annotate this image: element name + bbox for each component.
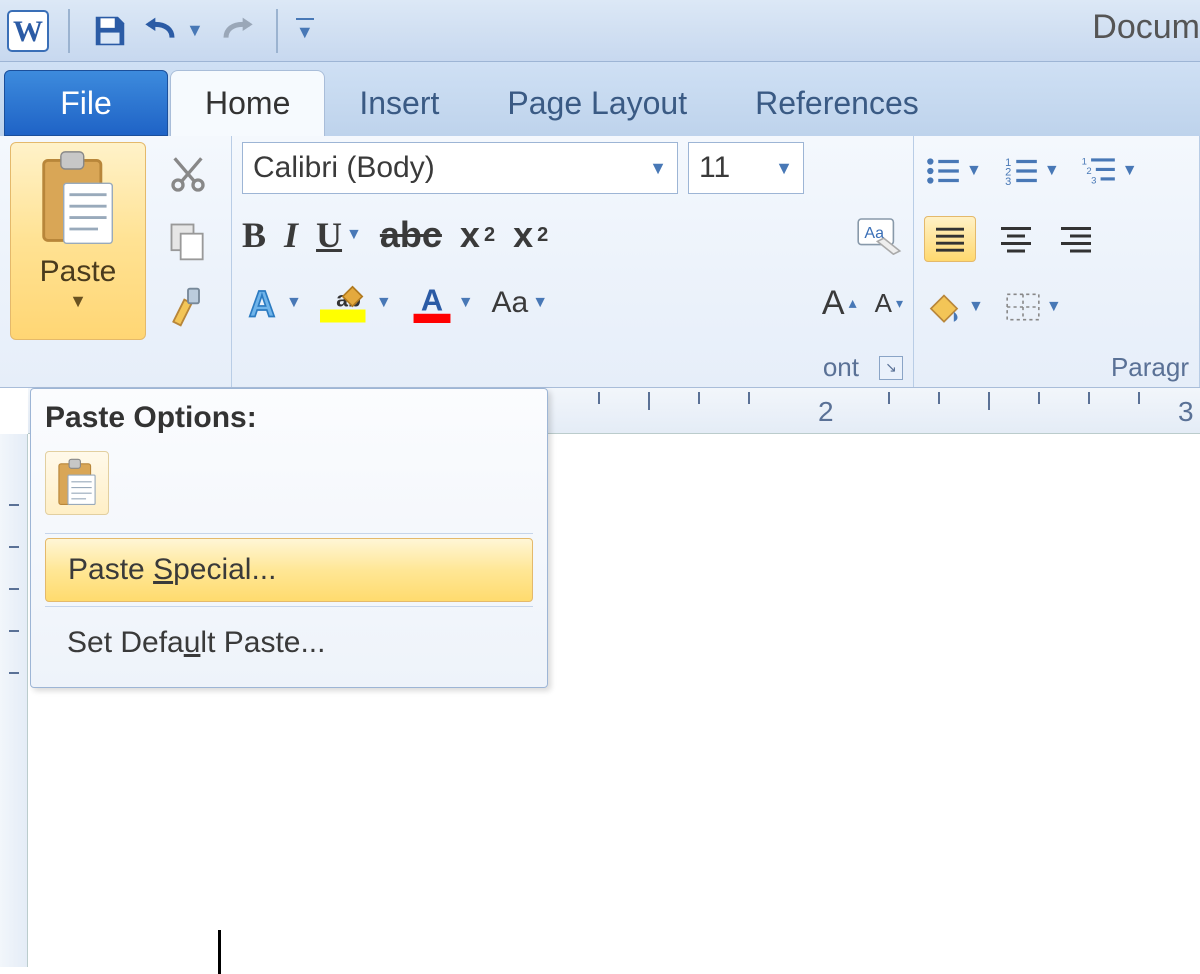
grow-font-button[interactable]: A▴ xyxy=(822,284,857,323)
align-right-icon xyxy=(1056,224,1096,254)
font-color-icon: A xyxy=(410,283,454,323)
numbering-button[interactable]: 123▼ xyxy=(1002,154,1060,188)
eraser-icon: Aa xyxy=(855,215,903,255)
borders-button[interactable]: ▼ xyxy=(1004,290,1062,324)
scissors-icon xyxy=(168,155,208,195)
tab-file[interactable]: File xyxy=(4,70,168,136)
font-color-button[interactable]: A▼ xyxy=(410,283,474,323)
font-size-combo[interactable]: 11 ▼ xyxy=(688,142,804,194)
undo-button[interactable]: ▼ xyxy=(142,9,204,53)
align-center-icon xyxy=(996,224,1036,254)
ruler-number: 3 xyxy=(1178,396,1194,428)
highlight-button[interactable]: ab▼ xyxy=(320,283,392,323)
align-justify-icon xyxy=(933,225,967,253)
align-right-button[interactable] xyxy=(1056,224,1096,254)
subscript-button[interactable]: x2 xyxy=(460,214,495,256)
tab-references[interactable]: References xyxy=(721,70,953,136)
paste-options-title: Paste Options: xyxy=(45,401,533,435)
group-paragraph: ▼ 123▼ 123▼ ▼ ▼ xyxy=(914,136,1200,387)
app-icon[interactable]: W xyxy=(6,9,50,53)
borders-icon xyxy=(1004,290,1042,324)
shrink-font-button[interactable]: A▾ xyxy=(875,288,903,319)
customize-qat-button[interactable]: ▼ xyxy=(296,9,314,53)
italic-button[interactable]: I xyxy=(284,214,298,256)
group-clipboard: Paste ▼ xyxy=(0,136,232,387)
vertical-ruler[interactable] xyxy=(0,434,28,967)
clipboard-icon xyxy=(34,149,122,249)
superscript-button[interactable]: x2 xyxy=(513,214,548,256)
clipboard-small-icon xyxy=(54,457,100,509)
menu-item-label: Set Default Paste... xyxy=(67,626,325,660)
font-name-combo[interactable]: Calibri (Body) ▼ xyxy=(242,142,678,194)
align-justify-button[interactable] xyxy=(924,216,976,262)
copy-button[interactable] xyxy=(160,213,216,269)
change-case-button[interactable]: Aa▼ xyxy=(492,286,549,320)
redo-button[interactable] xyxy=(214,9,258,53)
tab-home[interactable]: Home xyxy=(170,70,325,136)
font-size-value: 11 xyxy=(699,151,730,185)
document-title: Docum xyxy=(1092,8,1200,47)
chevron-down-icon: ▼ xyxy=(775,158,793,179)
paste-label: Paste xyxy=(40,255,117,289)
separator xyxy=(68,9,70,53)
quick-access-toolbar: W ▼ ▼ xyxy=(6,9,314,53)
svg-text:3: 3 xyxy=(1091,176,1096,187)
text-cursor xyxy=(218,930,221,974)
clear-formatting-button[interactable]: Aa xyxy=(855,215,903,255)
save-button[interactable] xyxy=(88,9,132,53)
paintbrush-icon xyxy=(166,285,210,329)
svg-text:W: W xyxy=(13,15,43,48)
numbering-icon: 123 xyxy=(1002,154,1040,188)
menu-item-set-default-paste[interactable]: Set Default Paste... xyxy=(45,611,533,675)
ruler-number: 2 xyxy=(818,396,834,428)
format-painter-button[interactable] xyxy=(160,279,216,335)
paste-option-keep-text[interactable] xyxy=(45,451,109,515)
ribbon: Paste ▼ Calibri (Body) ▼ xyxy=(0,136,1200,388)
menu-item-paste-special[interactable]: Paste Special... xyxy=(45,538,533,602)
multilevel-list-button[interactable]: 123▼ xyxy=(1080,154,1138,188)
font-dialog-launcher[interactable]: ↘ xyxy=(879,356,903,380)
strikethrough-button[interactable]: abc xyxy=(380,214,442,256)
group-font: Calibri (Body) ▼ 11 ▼ B I U▼ abc x2 x2 A… xyxy=(232,136,914,387)
menu-item-label: Paste Special... xyxy=(68,553,276,587)
paragraph-group-label: Paragr xyxy=(1111,352,1189,383)
svg-text:A: A xyxy=(421,283,443,318)
paste-button[interactable]: Paste ▼ xyxy=(10,142,146,340)
highlight-icon: ab xyxy=(320,283,372,323)
tab-insert[interactable]: Insert xyxy=(325,70,473,136)
ribbon-tab-strip: File Home Insert Page Layout References xyxy=(0,62,1200,136)
bullets-button[interactable]: ▼ xyxy=(924,154,982,188)
svg-text:3: 3 xyxy=(1005,176,1011,188)
svg-text:A: A xyxy=(249,283,275,323)
font-group-label: ont xyxy=(823,352,859,383)
font-name-value: Calibri (Body) xyxy=(253,151,435,185)
paste-options-menu: Paste Options: Paste Special... Set Defa… xyxy=(30,388,548,688)
menu-divider xyxy=(45,606,533,607)
menu-divider xyxy=(45,533,533,534)
text-effects-button[interactable]: A▼ xyxy=(242,283,302,323)
paste-dropdown-icon[interactable]: ▼ xyxy=(69,291,87,312)
tab-page-layout[interactable]: Page Layout xyxy=(473,70,721,136)
underline-button[interactable]: U▼ xyxy=(316,214,362,256)
paint-bucket-icon xyxy=(924,289,964,325)
text-effects-icon: A xyxy=(242,283,282,323)
chevron-down-icon: ▼ xyxy=(649,158,667,179)
cut-button[interactable] xyxy=(160,147,216,203)
separator xyxy=(276,9,278,53)
undo-dropdown-icon[interactable]: ▼ xyxy=(186,20,204,41)
multilevel-icon: 123 xyxy=(1080,154,1118,188)
copy-icon xyxy=(166,219,210,263)
shading-button[interactable]: ▼ xyxy=(924,289,984,325)
align-center-button[interactable] xyxy=(996,224,1036,254)
title-bar: W ▼ ▼ Docum xyxy=(0,0,1200,62)
bullets-icon xyxy=(924,154,962,188)
bold-button[interactable]: B xyxy=(242,214,266,256)
